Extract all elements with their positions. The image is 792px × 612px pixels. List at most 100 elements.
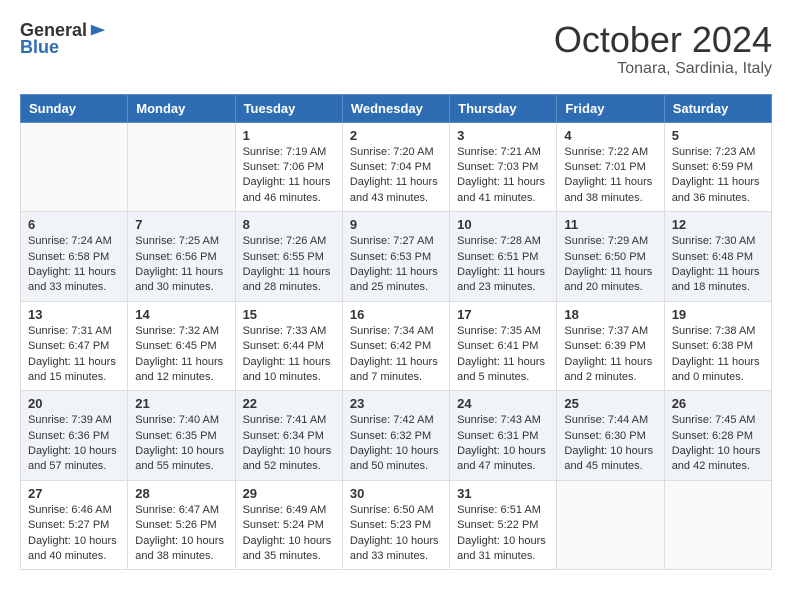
day-info: Sunrise: 6:51 AM Sunset: 5:22 PM Dayligh… (457, 503, 549, 565)
calendar-day-cell: 24 Sunrise: 7:43 AM Sunset: 6:31 PM Dayli… (450, 391, 557, 481)
day-number: 4 (564, 128, 656, 143)
day-info: Sunrise: 7:44 AM Sunset: 6:30 PM Dayligh… (564, 413, 656, 475)
calendar-day-cell: 1Sunrise: 7:19 AM Sunset: 7:06 PM Daylig… (235, 122, 342, 212)
day-info: Sunrise: 7:28 AM Sunset: 6:51 PM Dayligh… (457, 234, 549, 296)
day-number: 12 (672, 217, 764, 232)
calendar-day-cell: 2Sunrise: 7:20 AM Sunset: 7:04 PM Daylig… (342, 122, 449, 212)
calendar-day-cell: 18Sunrise: 7:37 AM Sunset: 6:39 PM Dayli… (557, 301, 664, 391)
calendar-day-cell: 13 Sunrise: 7:31 AM Sunset: 6:47 PM Dayli… (21, 301, 128, 391)
day-number: 28 (135, 486, 227, 501)
month-title: October 2024 (554, 20, 772, 60)
day-info: Sunrise: 7:21 AM Sunset: 7:03 PM Dayligh… (457, 145, 549, 207)
calendar-day-cell: 5Sunrise: 7:23 AM Sunset: 6:59 PM Daylig… (664, 122, 771, 212)
day-info: Sunrise: 7:19 AM Sunset: 7:06 PM Dayligh… (243, 145, 335, 207)
day-number: 6 (28, 217, 120, 232)
calendar-day-cell: 7Sunrise: 7:25 AM Sunset: 6:56 PM Daylig… (128, 212, 235, 302)
calendar-day-cell: 27Sunrise: 6:46 AM Sunset: 5:27 PM Dayli… (21, 480, 128, 570)
header-thursday: Thursday (450, 94, 557, 122)
day-number: 10 (457, 217, 549, 232)
calendar-day-cell: 28 Sunrise: 6:47 AM Sunset: 5:26 PM Dayli… (128, 480, 235, 570)
header-saturday: Saturday (664, 94, 771, 122)
day-info: Sunrise: 7:27 AM Sunset: 6:53 PM Dayligh… (350, 234, 442, 296)
day-info: Sunrise: 7:31 AM Sunset: 6:47 PM Dayligh… (28, 324, 120, 386)
day-info: Sunrise: 7:25 AM Sunset: 6:56 PM Dayligh… (135, 234, 227, 296)
calendar-day-cell (557, 480, 664, 570)
day-info: Sunrise: 7:37 AM Sunset: 6:39 PM Dayligh… (564, 324, 656, 386)
calendar-day-cell: 30Sunrise: 6:50 AM Sunset: 5:23 PM Dayli… (342, 480, 449, 570)
day-info: Sunrise: 7:20 AM Sunset: 7:04 PM Dayligh… (350, 145, 442, 207)
day-number: 20 (28, 396, 120, 411)
logo: General Blue (20, 20, 107, 58)
calendar-day-cell: 8 Sunrise: 7:26 AM Sunset: 6:55 PM Daylig… (235, 212, 342, 302)
day-number: 16 (350, 307, 442, 322)
calendar-day-cell: 21 Sunrise: 7:40 AM Sunset: 6:35 PM Dayli… (128, 391, 235, 481)
calendar-body: 1Sunrise: 7:19 AM Sunset: 7:06 PM Daylig… (21, 122, 772, 570)
calendar-week-row: 6Sunrise: 7:24 AM Sunset: 6:58 PM Daylig… (21, 212, 772, 302)
calendar-day-cell: 19 Sunrise: 7:38 AM Sunset: 6:38 PM Dayli… (664, 301, 771, 391)
day-number: 21 (135, 396, 227, 411)
day-number: 8 (243, 217, 335, 232)
calendar-day-cell: 23Sunrise: 7:42 AM Sunset: 6:32 PM Dayli… (342, 391, 449, 481)
calendar-day-cell: 26Sunrise: 7:45 AM Sunset: 6:28 PM Dayli… (664, 391, 771, 481)
day-number: 3 (457, 128, 549, 143)
day-info: Sunrise: 7:45 AM Sunset: 6:28 PM Dayligh… (672, 413, 764, 475)
calendar-week-row: 27Sunrise: 6:46 AM Sunset: 5:27 PM Dayli… (21, 480, 772, 570)
logo-flag-icon (89, 22, 107, 40)
page-header: General Blue October 2024 Tonara, Sardin… (20, 20, 772, 78)
calendar-day-cell: 25 Sunrise: 7:44 AM Sunset: 6:30 PM Dayli… (557, 391, 664, 481)
calendar-day-cell: 10 Sunrise: 7:28 AM Sunset: 6:51 PM Dayli… (450, 212, 557, 302)
day-info: Sunrise: 7:30 AM Sunset: 6:48 PM Dayligh… (672, 234, 764, 296)
calendar-day-cell (21, 122, 128, 212)
day-info: Sunrise: 7:38 AM Sunset: 6:38 PM Dayligh… (672, 324, 764, 386)
day-info: Sunrise: 7:33 AM Sunset: 6:44 PM Dayligh… (243, 324, 335, 386)
day-number: 24 (457, 396, 549, 411)
calendar-week-row: 13 Sunrise: 7:31 AM Sunset: 6:47 PM Dayli… (21, 301, 772, 391)
calendar-day-cell: 12 Sunrise: 7:30 AM Sunset: 6:48 PM Dayli… (664, 212, 771, 302)
logo-blue-text: Blue (20, 37, 59, 58)
calendar-week-row: 1Sunrise: 7:19 AM Sunset: 7:06 PM Daylig… (21, 122, 772, 212)
day-info: Sunrise: 7:40 AM Sunset: 6:35 PM Dayligh… (135, 413, 227, 475)
day-number: 27 (28, 486, 120, 501)
day-number: 9 (350, 217, 442, 232)
calendar-day-cell: 9 Sunrise: 7:27 AM Sunset: 6:53 PM Daylig… (342, 212, 449, 302)
header-sunday: Sunday (21, 94, 128, 122)
calendar-week-row: 20 Sunrise: 7:39 AM Sunset: 6:36 PM Dayli… (21, 391, 772, 481)
calendar-header: Sunday Monday Tuesday Wednesday Thursday… (21, 94, 772, 122)
day-info: Sunrise: 7:41 AM Sunset: 6:34 PM Dayligh… (243, 413, 335, 475)
day-info: Sunrise: 6:50 AM Sunset: 5:23 PM Dayligh… (350, 503, 442, 565)
day-info: Sunrise: 7:32 AM Sunset: 6:45 PM Dayligh… (135, 324, 227, 386)
calendar-day-cell: 15 Sunrise: 7:33 AM Sunset: 6:44 PM Dayli… (235, 301, 342, 391)
day-number: 5 (672, 128, 764, 143)
day-number: 29 (243, 486, 335, 501)
calendar-day-cell: 22 Sunrise: 7:41 AM Sunset: 6:34 PM Dayli… (235, 391, 342, 481)
calendar-day-cell: 4Sunrise: 7:22 AM Sunset: 7:01 PM Daylig… (557, 122, 664, 212)
header-monday: Monday (128, 94, 235, 122)
day-info: Sunrise: 7:29 AM Sunset: 6:50 PM Dayligh… (564, 234, 656, 296)
day-info: Sunrise: 7:26 AM Sunset: 6:55 PM Dayligh… (243, 234, 335, 296)
location-title: Tonara, Sardinia, Italy (554, 60, 772, 78)
header-friday: Friday (557, 94, 664, 122)
day-number: 14 (135, 307, 227, 322)
day-number: 22 (243, 396, 335, 411)
day-number: 13 (28, 307, 120, 322)
calendar-day-cell: 6Sunrise: 7:24 AM Sunset: 6:58 PM Daylig… (21, 212, 128, 302)
calendar-table: Sunday Monday Tuesday Wednesday Thursday… (20, 94, 772, 571)
day-info: Sunrise: 7:43 AM Sunset: 6:31 PM Dayligh… (457, 413, 549, 475)
weekday-header-row: Sunday Monday Tuesday Wednesday Thursday… (21, 94, 772, 122)
day-number: 23 (350, 396, 442, 411)
day-number: 25 (564, 396, 656, 411)
day-number: 15 (243, 307, 335, 322)
day-info: Sunrise: 7:34 AM Sunset: 6:42 PM Dayligh… (350, 324, 442, 386)
day-info: Sunrise: 6:47 AM Sunset: 5:26 PM Dayligh… (135, 503, 227, 565)
calendar-day-cell: 17 Sunrise: 7:35 AM Sunset: 6:41 PM Dayli… (450, 301, 557, 391)
calendar-day-cell (128, 122, 235, 212)
day-number: 17 (457, 307, 549, 322)
day-info: Sunrise: 7:35 AM Sunset: 6:41 PM Dayligh… (457, 324, 549, 386)
calendar-day-cell: 29Sunrise: 6:49 AM Sunset: 5:24 PM Dayli… (235, 480, 342, 570)
title-section: October 2024 Tonara, Sardinia, Italy (554, 20, 772, 78)
day-number: 19 (672, 307, 764, 322)
day-number: 11 (564, 217, 656, 232)
day-info: Sunrise: 7:39 AM Sunset: 6:36 PM Dayligh… (28, 413, 120, 475)
calendar-day-cell: 11 Sunrise: 7:29 AM Sunset: 6:50 PM Dayli… (557, 212, 664, 302)
day-number: 31 (457, 486, 549, 501)
